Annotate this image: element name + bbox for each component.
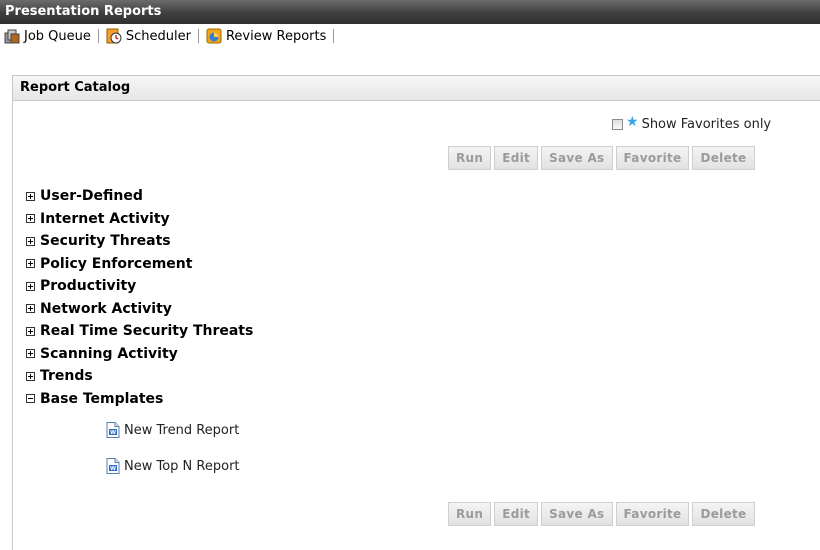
svg-text:W: W xyxy=(110,430,116,436)
window-title: Presentation Reports xyxy=(0,0,820,24)
job-queue-link[interactable]: Job Queue xyxy=(4,28,91,44)
tree-node-label[interactable]: Internet Activity xyxy=(40,211,170,227)
tree-node-trends[interactable]: Trends xyxy=(26,365,253,388)
template-label[interactable]: New Top N Report xyxy=(124,459,240,474)
template-new-top-n-report[interactable]: W New Top N Report xyxy=(106,458,240,474)
scheduler-label: Scheduler xyxy=(125,28,191,44)
delete-button[interactable]: Delete xyxy=(692,502,755,526)
action-buttons-top: Run Edit Save As Favorite Delete xyxy=(448,146,758,170)
expand-icon[interactable] xyxy=(26,349,35,359)
tree-node-real-time-security-threats[interactable]: Real Time Security Threats xyxy=(26,320,253,343)
job-queue-icon xyxy=(4,29,20,44)
scheduler-icon xyxy=(106,28,122,44)
tree-node-label[interactable]: Trends xyxy=(40,368,93,384)
expand-icon[interactable] xyxy=(26,304,35,314)
toolbar: Job Queue Scheduler Review Reports xyxy=(0,24,820,48)
tree-node-security-threats[interactable]: Security Threats xyxy=(26,230,253,253)
tree-node-label[interactable]: User-Defined xyxy=(40,188,143,204)
edit-button[interactable]: Edit xyxy=(494,502,539,526)
review-reports-icon xyxy=(206,28,222,44)
collapse-icon[interactable] xyxy=(26,394,35,404)
toolbar-separator xyxy=(97,29,99,43)
tree-node-policy-enforcement[interactable]: Policy Enforcement xyxy=(26,253,253,276)
expand-icon[interactable] xyxy=(26,371,35,381)
tree-node-label[interactable]: Network Activity xyxy=(40,301,172,317)
tree-node-label[interactable]: Productivity xyxy=(40,278,136,294)
template-new-trend-report[interactable]: W New Trend Report xyxy=(106,422,239,438)
expand-icon[interactable] xyxy=(26,281,35,291)
expand-icon[interactable] xyxy=(26,236,35,246)
run-button[interactable]: Run xyxy=(448,502,492,526)
tree-node-label[interactable]: Scanning Activity xyxy=(40,346,178,362)
report-document-icon: W xyxy=(106,458,120,474)
favorites-label: Show Favorites only xyxy=(641,117,772,132)
report-tree: User-Defined Internet Activity Security … xyxy=(26,185,253,410)
favorites-checkbox[interactable] xyxy=(612,119,623,130)
tree-node-productivity[interactable]: Productivity xyxy=(26,275,253,298)
show-favorites-toggle[interactable]: ★ Show Favorites only xyxy=(612,113,772,132)
job-queue-label: Job Queue xyxy=(24,28,91,44)
star-icon: ★ xyxy=(626,113,639,130)
report-document-icon: W xyxy=(106,422,120,438)
tree-node-scanning-activity[interactable]: Scanning Activity xyxy=(26,343,253,366)
scheduler-link[interactable]: Scheduler xyxy=(106,28,191,44)
expand-icon[interactable] xyxy=(26,214,35,224)
expand-icon[interactable] xyxy=(26,191,35,201)
save-as-button[interactable]: Save As xyxy=(541,502,613,526)
tree-node-label[interactable]: Real Time Security Threats xyxy=(40,323,253,339)
tree-node-label[interactable]: Policy Enforcement xyxy=(40,256,192,272)
run-button[interactable]: Run xyxy=(448,146,492,170)
review-reports-label: Review Reports xyxy=(225,28,327,44)
tree-node-label[interactable]: Security Threats xyxy=(40,233,171,249)
template-label[interactable]: New Trend Report xyxy=(124,423,239,438)
tree-node-label[interactable]: Base Templates xyxy=(40,391,163,407)
tree-node-internet-activity[interactable]: Internet Activity xyxy=(26,208,253,231)
review-reports-link[interactable]: Review Reports xyxy=(206,28,326,44)
expand-icon[interactable] xyxy=(26,259,35,269)
expand-icon[interactable] xyxy=(26,326,35,336)
panel-title: Report Catalog xyxy=(13,76,820,101)
toolbar-separator xyxy=(333,29,335,43)
delete-button[interactable]: Delete xyxy=(692,146,755,170)
edit-button[interactable]: Edit xyxy=(494,146,539,170)
tree-node-user-defined[interactable]: User-Defined xyxy=(26,185,253,208)
favorite-button[interactable]: Favorite xyxy=(615,146,690,170)
svg-text:W: W xyxy=(110,466,116,472)
save-as-button[interactable]: Save As xyxy=(541,146,613,170)
tree-node-network-activity[interactable]: Network Activity xyxy=(26,298,253,321)
toolbar-separator xyxy=(197,29,199,43)
favorite-button[interactable]: Favorite xyxy=(615,502,690,526)
action-buttons-bottom: Run Edit Save As Favorite Delete xyxy=(448,502,758,526)
tree-node-base-templates[interactable]: Base Templates xyxy=(26,388,253,411)
